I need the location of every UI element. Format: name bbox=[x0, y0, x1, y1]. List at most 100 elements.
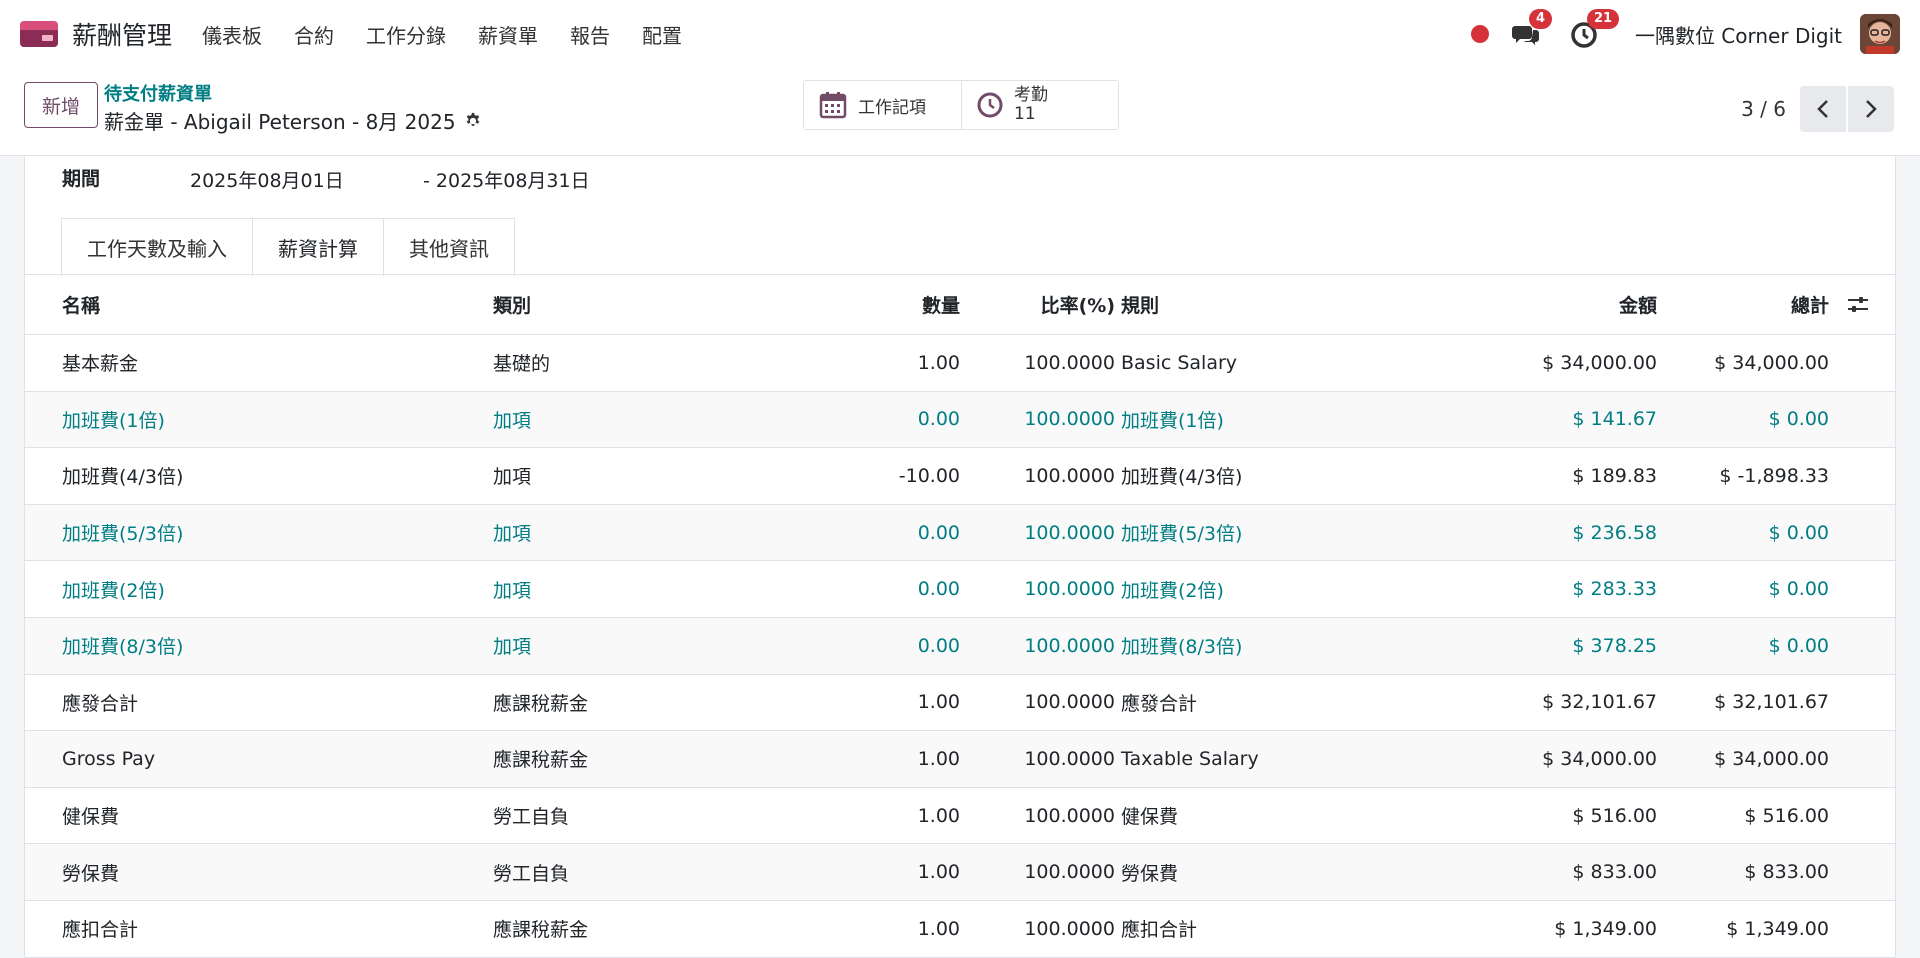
cell-amount: $ 189.83 bbox=[1572, 464, 1657, 487]
menu-item-configuration[interactable]: 配置 bbox=[642, 20, 682, 49]
pager-next-button[interactable] bbox=[1848, 86, 1894, 132]
table-row[interactable]: 加班費(4/3倍) 加項 -10.00 100.0000 加班費(4/3倍) $ 189.… bbox=[25, 448, 1895, 505]
menu-item-work-entries[interactable]: 工作分錄 bbox=[366, 20, 446, 49]
cell-amount: $ 1,349.00 bbox=[1554, 917, 1657, 940]
cell-name: Gross Pay bbox=[62, 747, 156, 770]
cell-category: 勞工自負 bbox=[493, 862, 570, 885]
company-switcher[interactable]: 一隅數位 Corner Digit bbox=[1635, 20, 1842, 49]
cell-rate: 100.0000 bbox=[1024, 917, 1115, 940]
cell-name: 加班費(5/3倍) bbox=[62, 523, 184, 546]
cell-category: 加項 bbox=[493, 409, 532, 432]
cell-total: $ 0.00 bbox=[1768, 634, 1829, 657]
cell-amount: $ 833.00 bbox=[1572, 861, 1657, 884]
header-amount[interactable]: 金額 bbox=[1619, 291, 1657, 318]
cell-rate: 100.0000 bbox=[1024, 408, 1115, 431]
cell-rule: Taxable Salary bbox=[1121, 747, 1259, 770]
cell-total: $ 833.00 bbox=[1744, 861, 1829, 884]
optional-columns-icon[interactable] bbox=[1846, 294, 1870, 316]
table-row[interactable]: 加班費(2倍) 加項 0.00 100.0000 加班費(2倍) $ 283.33 $ 0.… bbox=[25, 561, 1895, 618]
cell-category: 應課稅薪金 bbox=[493, 749, 589, 772]
attendance-value: 11 bbox=[1014, 104, 1036, 124]
header-category[interactable]: 類別 bbox=[493, 291, 531, 318]
payroll-app-icon[interactable] bbox=[20, 21, 58, 47]
header-total[interactable]: 總計 bbox=[1791, 291, 1829, 318]
cell-amount: $ 283.33 bbox=[1572, 578, 1657, 601]
table-row[interactable]: 基本薪金 基礎的 1.00 100.0000 Basic Salary $ 34,000.… bbox=[25, 335, 1895, 392]
cell-name: 加班費(1倍) bbox=[62, 409, 165, 432]
cell-rule: 加班費(2倍) bbox=[1121, 579, 1224, 602]
recording-indicator[interactable] bbox=[1470, 25, 1489, 43]
new-button[interactable]: 新增 bbox=[24, 82, 98, 128]
cell-total: $ 0.00 bbox=[1768, 521, 1829, 544]
cell-category: 應課稅薪金 bbox=[493, 919, 589, 942]
cell-category: 勞工自負 bbox=[493, 806, 570, 829]
cell-total: $ 34,000.00 bbox=[1714, 747, 1829, 770]
form-sheet: 期間 2025年08月01日 - 2025年08月31日 工作天數及輸入 薪資計… bbox=[24, 156, 1896, 958]
table-row[interactable]: 應扣合計 應課稅薪金 1.00 100.0000 應扣合計 $ 1,349.00 $ 1,3… bbox=[25, 901, 1895, 958]
cell-category: 加項 bbox=[493, 523, 532, 546]
menu-item-payslips[interactable]: 薪資單 bbox=[478, 20, 538, 49]
user-avatar[interactable] bbox=[1860, 14, 1900, 54]
header-rule[interactable]: 規則 bbox=[1121, 291, 1159, 318]
chevron-left-icon bbox=[1817, 100, 1828, 118]
tab-salary-computation[interactable]: 薪資計算 bbox=[252, 218, 384, 276]
cell-quantity: 0.00 bbox=[917, 521, 960, 544]
cell-amount: $ 34,000.00 bbox=[1542, 747, 1657, 770]
pager-counter[interactable]: 3 / 6 bbox=[1741, 97, 1786, 121]
table-row[interactable]: 應發合計 應課稅薪金 1.00 100.0000 應發合計 $ 32,101.67 $ 32… bbox=[25, 675, 1895, 732]
activities-button[interactable]: 21 bbox=[1569, 9, 1620, 49]
cell-rule: 加班費(4/3倍) bbox=[1121, 466, 1243, 489]
table-row[interactable]: 加班費(5/3倍) 加項 0.00 100.0000 加班費(5/3倍) $ 236.58… bbox=[25, 504, 1895, 562]
table-row[interactable]: 加班費(1倍) 加項 0.00 100.0000 加班費(1倍) $ 141.67 $ 0.… bbox=[25, 391, 1895, 449]
cell-rate: 100.0000 bbox=[1024, 691, 1115, 714]
cell-name: 勞保費 bbox=[62, 862, 120, 885]
cell-total: $ -1,898.33 bbox=[1719, 464, 1829, 487]
header-name[interactable]: 名稱 bbox=[62, 291, 100, 318]
cell-rate: 100.0000 bbox=[1024, 861, 1115, 884]
menu-item-contracts[interactable]: 合約 bbox=[294, 20, 334, 49]
cell-amount: $ 34,000.00 bbox=[1542, 351, 1657, 374]
cell-rule: 勞保費 bbox=[1121, 862, 1179, 885]
tab-worked-days-inputs[interactable]: 工作天數及輸入 bbox=[61, 218, 253, 276]
control-panel: 新增 待支付薪資單 薪金單 - Abigail Peterson - 8月 20… bbox=[0, 68, 1920, 156]
messages-badge: 4 bbox=[1528, 9, 1552, 29]
header-quantity[interactable]: 數量 bbox=[922, 291, 960, 318]
cell-rate: 100.0000 bbox=[1024, 634, 1115, 657]
cell-quantity: 1.00 bbox=[917, 351, 960, 374]
app-name[interactable]: 薪酬管理 bbox=[72, 16, 172, 52]
header-rate[interactable]: 比率(%) bbox=[1041, 291, 1115, 318]
messages-button[interactable]: 4 bbox=[1511, 9, 1552, 49]
smart-buttons: 工作記項 考勤 11 bbox=[803, 80, 1119, 130]
period-to-field[interactable]: - 2025年08月31日 bbox=[423, 166, 590, 193]
table-header: 名稱 類別 數量 比率(%) 規則 金額 總計 bbox=[25, 275, 1895, 335]
cell-rate: 100.0000 bbox=[1024, 578, 1115, 601]
tab-other-info[interactable]: 其他資訊 bbox=[383, 218, 515, 276]
cell-name: 健保費 bbox=[62, 806, 120, 829]
work-entries-smart-button[interactable]: 工作記項 bbox=[804, 81, 961, 129]
cell-rule: 加班費(8/3倍) bbox=[1121, 636, 1243, 659]
cell-total: $ 0.00 bbox=[1768, 578, 1829, 601]
table-row[interactable]: 勞保費 勞工自負 1.00 100.0000 勞保費 $ 833.00 $ 833.00 bbox=[25, 844, 1895, 901]
attendance-smart-button[interactable]: 考勤 11 bbox=[961, 81, 1118, 129]
table-row[interactable]: 健保費 勞工自負 1.00 100.0000 健保費 $ 516.00 $ 516.00 bbox=[25, 788, 1895, 845]
cell-quantity: 1.00 bbox=[917, 747, 960, 770]
notebook-tabs: 工作天數及輸入 薪資計算 其他資訊 bbox=[61, 218, 515, 276]
cell-quantity: 0.00 bbox=[917, 408, 960, 431]
cell-total: $ 0.00 bbox=[1768, 408, 1829, 431]
pager: 3 / 6 bbox=[1741, 86, 1894, 132]
menu-item-dashboard[interactable]: 儀表板 bbox=[202, 20, 262, 49]
clock-icon bbox=[977, 92, 1003, 118]
cell-rule: 應扣合計 bbox=[1121, 919, 1198, 942]
breadcrumb-parent[interactable]: 待支付薪資單 bbox=[104, 80, 212, 106]
table-row[interactable]: 加班費(8/3倍) 加項 0.00 100.0000 加班費(8/3倍) $ 378.25… bbox=[25, 617, 1895, 675]
cell-amount: $ 32,101.67 bbox=[1542, 691, 1657, 714]
table-row[interactable]: Gross Pay 應課稅薪金 1.00 100.0000 Taxable Salary… bbox=[25, 731, 1895, 788]
pager-previous-button[interactable] bbox=[1800, 86, 1846, 132]
gear-icon[interactable] bbox=[464, 112, 482, 130]
period-from-field[interactable]: 2025年08月01日 bbox=[190, 166, 344, 193]
attendance-label: 考勤 bbox=[1014, 85, 1048, 105]
record-title: 薪金單 - Abigail Peterson - 8月 2025 bbox=[104, 106, 482, 135]
cell-category: 加項 bbox=[493, 466, 532, 489]
cell-rate: 100.0000 bbox=[1024, 464, 1115, 487]
menu-item-reports[interactable]: 報告 bbox=[570, 20, 610, 49]
